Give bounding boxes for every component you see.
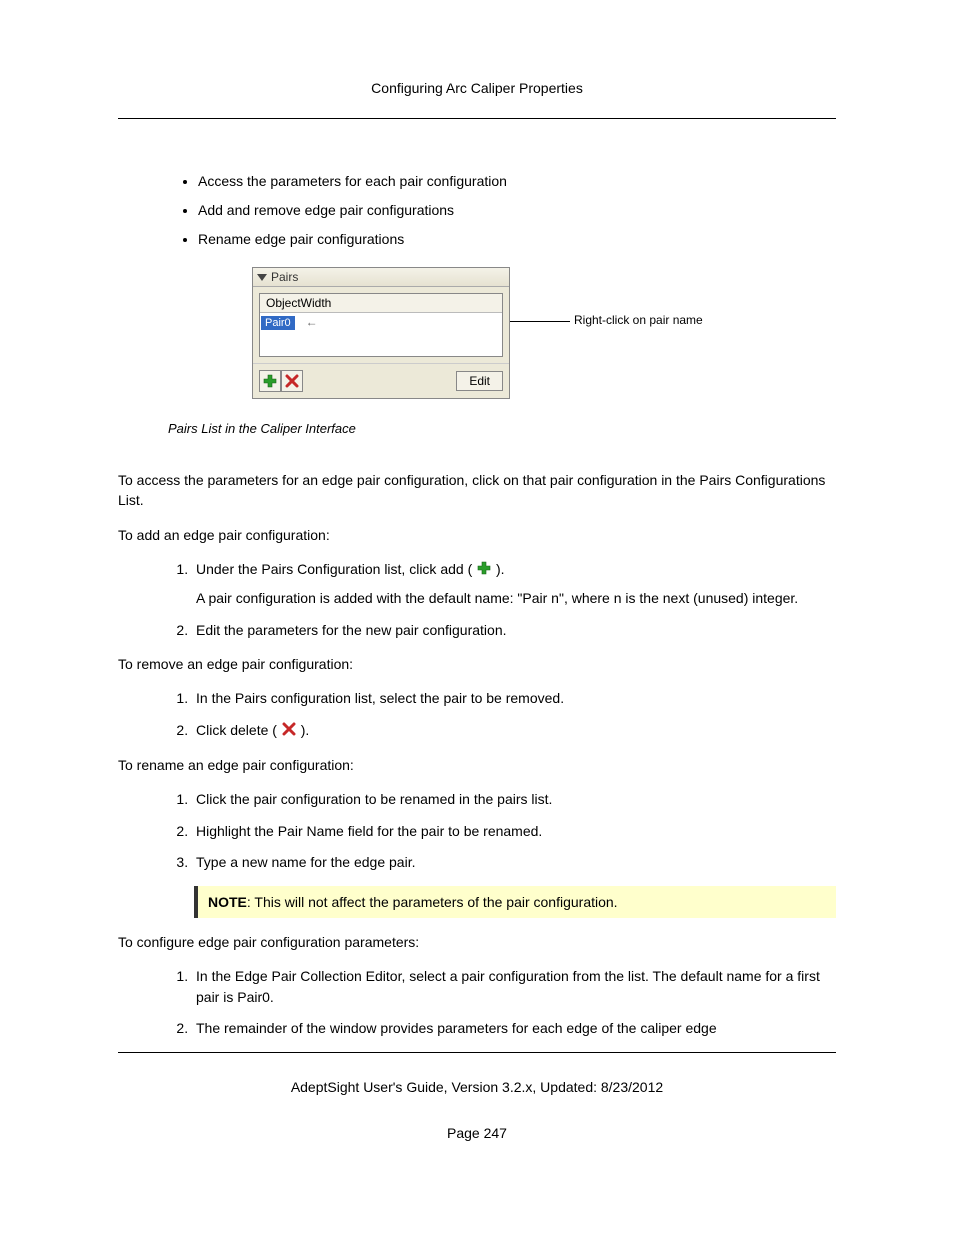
step-text: Click delete ( xyxy=(196,722,277,738)
note-box: NOTE: This will not affect the parameter… xyxy=(194,886,836,918)
list-item: Click the pair configuration to be renam… xyxy=(192,789,836,809)
paragraph-add-intro: To add an edge pair configuration: xyxy=(118,525,836,545)
plus-icon xyxy=(477,560,491,580)
list-item: Click delete ( ). xyxy=(192,720,836,741)
x-icon xyxy=(282,721,296,741)
step-text: ). xyxy=(496,561,505,577)
list-item: The remainder of the window provides par… xyxy=(192,1018,836,1038)
footer-text: AdeptSight User's Guide, Version 3.2.x, … xyxy=(118,1052,836,1095)
step-text: Under the Pairs Configuration list, clic… xyxy=(196,561,472,577)
list-item: Type a new name for the edge pair. xyxy=(192,852,836,872)
bullet-item: Add and remove edge pair configurations xyxy=(198,202,836,218)
page-header: Configuring Arc Caliper Properties xyxy=(118,80,836,119)
x-icon xyxy=(285,374,299,388)
panel-title: Pairs xyxy=(271,270,298,284)
paragraph-rename-intro: To rename an edge pair configuration: xyxy=(118,755,836,775)
step-text: ). xyxy=(301,722,310,738)
add-steps-list: Under the Pairs Configuration list, clic… xyxy=(118,559,836,640)
step-subtext: A pair configuration is added with the d… xyxy=(196,588,836,608)
list-column-header: ObjectWidth xyxy=(260,294,502,313)
pairs-panel: Pairs ObjectWidth Pair0 ← xyxy=(252,267,510,399)
edit-button[interactable]: Edit xyxy=(456,371,503,391)
paragraph-access: To access the parameters for an edge pai… xyxy=(118,470,836,511)
plus-icon xyxy=(263,374,277,388)
note-label: NOTE xyxy=(208,894,247,910)
callout-line xyxy=(510,321,570,322)
pairs-listbox[interactable]: ObjectWidth Pair0 ← xyxy=(259,293,503,357)
bullet-list: Access the parameters for each pair conf… xyxy=(118,173,836,247)
paragraph-remove-intro: To remove an edge pair configuration: xyxy=(118,654,836,674)
note-text: : This will not affect the parameters of… xyxy=(247,894,618,910)
bullet-item: Access the parameters for each pair conf… xyxy=(198,173,836,189)
delete-button[interactable] xyxy=(281,370,303,392)
pointer-arrow-icon: ← xyxy=(306,315,318,329)
list-item-selected[interactable]: Pair0 xyxy=(261,316,295,330)
collapse-triangle-icon[interactable] xyxy=(257,274,267,281)
figure-caption: Pairs List in the Caliper Interface xyxy=(168,421,836,436)
list-item: Edit the parameters for the new pair con… xyxy=(192,620,836,640)
page-number: Page 247 xyxy=(118,1125,836,1141)
callout-label: Right-click on pair name xyxy=(574,313,703,327)
panel-header[interactable]: Pairs xyxy=(253,268,509,287)
list-item: Highlight the Pair Name field for the pa… xyxy=(192,821,836,841)
pairs-panel-figure: Pairs ObjectWidth Pair0 ← xyxy=(252,267,702,399)
remove-steps-list: In the Pairs configuration list, select … xyxy=(118,688,836,741)
add-button[interactable] xyxy=(259,370,281,392)
list-item: Under the Pairs Configuration list, clic… xyxy=(192,559,836,609)
paragraph-configure-intro: To configure edge pair configuration par… xyxy=(118,932,836,952)
list-item: In the Edge Pair Collection Editor, sele… xyxy=(192,966,836,1007)
rename-steps-list: Click the pair configuration to be renam… xyxy=(118,789,836,872)
list-item: In the Pairs configuration list, select … xyxy=(192,688,836,708)
configure-steps-list: In the Edge Pair Collection Editor, sele… xyxy=(118,966,836,1038)
bullet-item: Rename edge pair configurations xyxy=(198,231,836,247)
